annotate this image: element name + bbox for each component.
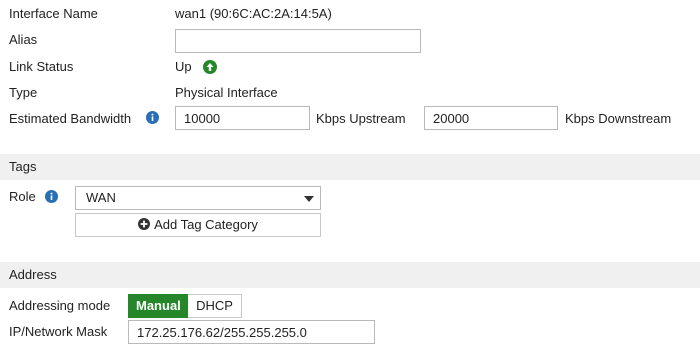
tags-section-header: Tags [0, 154, 700, 180]
role-label: Role [9, 189, 36, 204]
role-select[interactable]: WAN [75, 186, 321, 210]
interface-name-label: Interface Name [9, 6, 98, 21]
add-tag-category-button[interactable]: Add Tag Category [75, 213, 321, 237]
type-value: Physical Interface [175, 85, 278, 100]
downstream-bandwidth-input[interactable] [424, 106, 558, 130]
caret-down-icon [304, 196, 314, 202]
downstream-unit-label: Kbps Downstream [565, 111, 672, 126]
role-selected-value: WAN [86, 190, 116, 205]
ip-network-mask-input[interactable] [128, 320, 375, 344]
info-icon[interactable] [45, 190, 58, 203]
add-tag-category-label: Add Tag Category [154, 217, 258, 232]
address-section-header: Address [0, 262, 700, 288]
estimated-bandwidth-label: Estimated Bandwidth [9, 111, 132, 126]
type-label: Type [9, 85, 38, 100]
alias-input[interactable] [175, 29, 421, 53]
link-status-label: Link Status [9, 59, 74, 74]
info-icon[interactable] [146, 111, 159, 124]
tags-section-title: Tags [9, 159, 37, 174]
ip-network-mask-label: IP/Network Mask [9, 324, 108, 339]
plus-circle-icon [138, 218, 151, 230]
link-status-value: Up [175, 59, 192, 74]
addressing-mode-label: Addressing mode [9, 298, 111, 313]
upstream-unit-label: Kbps Upstream [316, 111, 406, 126]
upstream-bandwidth-input[interactable] [175, 106, 310, 130]
addressing-mode-manual[interactable]: Manual [128, 294, 188, 318]
link-up-icon [203, 60, 217, 74]
alias-label: Alias [9, 32, 38, 47]
address-section-title: Address [9, 267, 57, 282]
interface-name-value: wan1 (90:6C:AC:2A:14:5A) [175, 6, 332, 21]
addressing-mode-dhcp[interactable]: DHCP [188, 294, 242, 318]
